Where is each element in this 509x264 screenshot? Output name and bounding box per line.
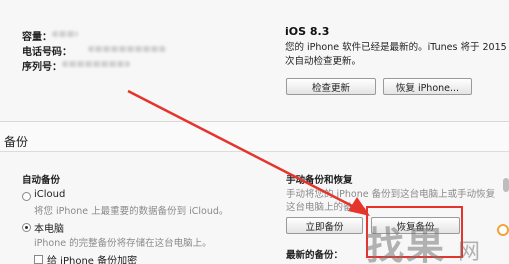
ios-update-status: 您的 iPhone 软件已经是最新的。iTunes 将于 2015 次自动检查更…: [285, 41, 509, 69]
capacity-label: 容量：: [22, 32, 52, 43]
watermark-logo-small: 网: [458, 240, 481, 264]
serial-number-value-redacted: [62, 61, 130, 67]
this-computer-description: iPhone 的完整备份将存储在这台电脑上。: [34, 238, 212, 249]
serial-number-label: 序列号：: [22, 62, 62, 73]
ios-version: iOS 8.3: [285, 25, 330, 38]
encrypt-backup-checkbox[interactable]: [34, 255, 43, 264]
phone-number-value-redacted: [88, 46, 166, 52]
restore-iphone-button[interactable]: 恢复 iPhone...: [383, 78, 472, 95]
ios-update-status-line1: 您的 iPhone 软件已经是最新的。iTunes 将于 2015: [285, 42, 507, 53]
icloud-label[interactable]: iCloud: [34, 189, 65, 200]
icloud-description: 将您 iPhone 上最重要的数据备份到 iCloud。: [34, 206, 229, 217]
this-computer-radio[interactable]: [22, 223, 31, 232]
this-computer-label[interactable]: 本电脑: [34, 220, 64, 235]
backup-now-button[interactable]: 立即备份: [286, 217, 363, 234]
ios-update-status-line2: 次自动检查更新。: [285, 56, 362, 67]
section-divider: [0, 121, 509, 122]
phone-number-label: 电话号码：: [22, 47, 72, 58]
manual-backup-title: 手动备份和恢复: [286, 175, 353, 186]
scrollbar-thumb[interactable]: [503, 178, 509, 192]
auto-backup-title: 自动备份: [22, 175, 61, 186]
backup-section-title: 备份: [4, 135, 29, 149]
latest-backup-label: 最新的备份：: [286, 250, 344, 261]
watermark-logo: 找果: [366, 224, 447, 264]
device-info-panel: 容量： 电话号码： 序列号： iOS 8.3 您的 iPhone 软件已经是最新…: [0, 0, 509, 121]
watermark-badge-icon: [497, 224, 509, 236]
check-update-button[interactable]: 检查更新: [286, 78, 376, 95]
encrypt-backup-label[interactable]: 给 iPhone 备份加密: [47, 252, 137, 264]
manual-backup-description-line2: 这台电脑上的备份。: [286, 202, 372, 213]
capacity-value-redacted: [52, 31, 78, 37]
icloud-radio[interactable]: [22, 192, 31, 201]
manual-backup-description-line1: 手动将您的 iPhone 备份到这台电脑上或手动恢复: [286, 189, 496, 200]
